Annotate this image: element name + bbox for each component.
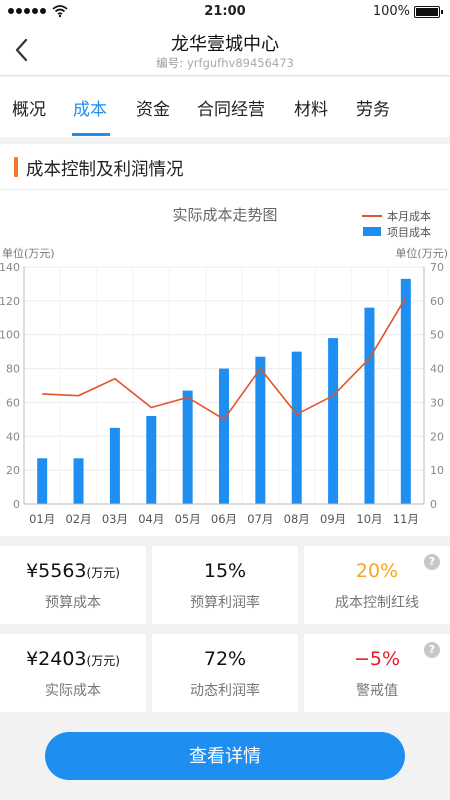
footer: 查看详情 [0,712,450,800]
x-tick-label: 10月 [356,512,382,526]
right-tick-label: 60 [430,295,444,308]
metric-value: ¥2403(万元) [26,648,120,670]
battery-cap [441,10,443,14]
right-tick-label: 50 [430,329,444,342]
project-code-value: yrfgufhv89456473 [187,56,294,70]
metric-cost-redline: 20% 成本控制红线 ? [304,546,450,624]
project-code: 编号: yrfgufhv89456473 [0,55,450,71]
bar-04月 [146,415,157,504]
help-icon[interactable]: ? [424,642,440,658]
x-tick-label: 06月 [211,512,237,526]
section-header: 成本控制及利润情况 [0,144,450,190]
left-tick-label: 140 [0,261,20,274]
left-tick-label: 20 [6,464,20,477]
right-tick-label: 40 [430,363,444,376]
left-tick-label: 100 [0,329,20,342]
metric-label: 动态利润率 [190,683,260,699]
bar-01月 [37,458,48,504]
tab-labor[interactable]: 劳务 [356,95,390,120]
right-tick-label: 70 [430,261,444,274]
bar-03月 [109,427,120,504]
legend-bar-label: 项目成本 [387,225,431,239]
left-tick-label: 120 [0,295,20,308]
x-tick-label: 03月 [102,512,128,526]
view-details-button[interactable]: 查看详情 [45,732,405,780]
metric-budget-cost: ¥5563(万元) 预算成本 [0,546,146,624]
tab-cost[interactable]: 成本 [73,95,107,120]
metric-label: 实际成本 [45,683,101,699]
x-tick-label: 07月 [247,512,273,526]
metric-label: 预算利润率 [190,595,260,611]
metric-actual-cost: ¥2403(万元) 实际成本 [0,634,146,712]
legend-line-label: 本月成本 [387,209,431,223]
metric-label: 预算成本 [45,595,101,611]
metric-value: ¥5563(万元) [26,560,120,582]
metric-warning-value: −5% 警戒值 ? [304,634,450,712]
x-tick-label: 09月 [320,512,346,526]
chart-svg: 0 0 20 10 40 20 60 30 80 40 100 50 120 60 140 70 01月 02月 0… [0,206,448,526]
left-axis-unit: 单位(万元) [2,246,55,260]
x-tick-label: 05月 [175,512,201,526]
bar-11月 [400,278,411,504]
bar-10月 [364,307,375,504]
cost-trend-chart: 0 0 20 10 40 20 60 30 80 40 100 50 120 60 140 70 01月 02月 0… [0,190,450,536]
tab-contract[interactable]: 合同经营 [197,95,265,120]
bar-08月 [291,351,302,504]
bar-02月 [73,458,84,504]
tab-funds[interactable]: 资金 [136,95,170,120]
legend-bar-swatch [363,227,381,236]
bar-07月 [255,356,266,504]
metric-value: 15% [203,560,247,582]
bar-05月 [182,390,193,504]
tab-bar: 概况 成本 资金 合同经营 材料 劳务 [0,77,450,137]
metrics-grid: ¥5563(万元) 预算成本 15% 预算利润率 20% 成本控制红线 ? ¥2… [0,546,450,712]
section-title: 成本控制及利润情况 [26,160,184,180]
left-tick-label: 60 [6,396,20,409]
active-tab-indicator [72,133,110,136]
project-code-label: 编号: [156,56,183,70]
chart-title: 实际成本走势图 [172,206,277,224]
section-accent-bar [14,157,18,177]
x-tick-label: 11月 [393,512,419,526]
tab-overview[interactable]: 概况 [12,95,46,120]
left-tick-label: 80 [6,363,20,376]
right-tick-label: 30 [430,396,444,409]
legend: 本月成本 项目成本 [362,209,431,239]
bar-09月 [328,338,339,504]
page-title: 龙华壹城中心 [171,34,279,55]
battery-icon [414,6,440,18]
right-tick-label: 10 [430,464,444,477]
x-tick-label: 04月 [138,512,164,526]
metric-budget-profit-rate: 15% 预算利润率 [152,546,298,624]
nav-bar: 龙华壹城中心 编号: yrfgufhv89456473 [0,24,450,76]
metric-dynamic-profit-rate: 72% 动态利润率 [152,634,298,712]
battery-percent: 100% [372,4,410,19]
right-tick-label: 20 [430,430,444,443]
right-axis-unit: 单位(万元) [395,246,448,260]
left-tick-label: 0 [13,498,20,511]
x-tick-label: 02月 [65,512,91,526]
x-tick-label: 01月 [29,512,55,526]
tab-materials[interactable]: 材料 [294,95,328,120]
right-tick-label: 0 [430,498,437,511]
metric-label: 警戒值 [356,683,398,699]
bar-06月 [219,368,229,504]
status-bar: 21:00 100% [0,0,450,24]
metric-value: 72% [203,648,247,670]
x-tick-label: 08月 [284,512,310,526]
help-icon[interactable]: ? [424,554,440,570]
left-tick-label: 40 [6,430,20,443]
metric-label: 成本控制红线 [335,595,419,611]
